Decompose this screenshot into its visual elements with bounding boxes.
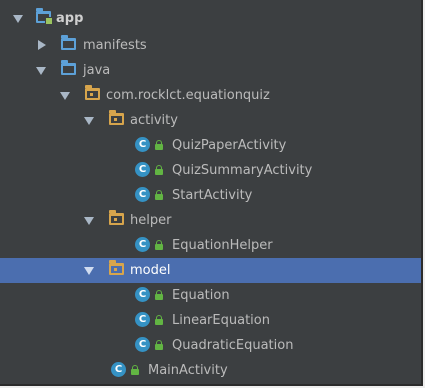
lock-icon — [155, 140, 163, 150]
node-label: EquationHelper — [172, 238, 273, 253]
package-icon — [85, 85, 100, 100]
node-label: QuizSummaryActivity — [172, 163, 313, 178]
expand-arrow-icon[interactable] — [84, 217, 94, 225]
tree-node-class[interactable]: C QuizPaperActivity — [0, 133, 421, 158]
expand-arrow-icon[interactable] — [84, 267, 94, 275]
tree-node-class[interactable]: C LinearEquation — [0, 308, 421, 333]
tree-node-app[interactable]: app — [0, 6, 421, 31]
tree-node-activity[interactable]: activity — [0, 108, 421, 133]
folder-icon — [61, 60, 76, 75]
lock-icon — [155, 340, 163, 350]
tree-node-helper[interactable]: helper — [0, 208, 421, 233]
node-label: QuizPaperActivity — [172, 138, 287, 153]
tree-node-class[interactable]: C EquationHelper — [0, 233, 421, 258]
package-icon — [109, 210, 124, 225]
node-label: java — [83, 63, 111, 78]
node-label: com.rocklct.equationquiz — [106, 88, 270, 103]
expand-arrow-icon[interactable] — [36, 67, 46, 75]
lock-icon — [155, 190, 163, 200]
class-icon: C — [135, 312, 150, 327]
tree-node-root-package[interactable]: com.rocklct.equationquiz — [0, 83, 421, 108]
class-icon: C — [135, 287, 150, 302]
tree-node-class[interactable]: C StartActivity — [0, 183, 421, 208]
lock-icon — [155, 290, 163, 300]
tree-node-manifests[interactable]: manifests — [0, 33, 421, 58]
node-label: LinearEquation — [172, 313, 270, 328]
node-label: activity — [130, 113, 178, 128]
lock-icon — [155, 240, 163, 250]
class-icon: C — [111, 362, 126, 377]
tree-node-class[interactable]: C QuadraticEquation — [0, 333, 421, 358]
tree-node-class[interactable]: C Equation — [0, 283, 421, 308]
class-icon: C — [135, 162, 150, 177]
expand-arrow-icon[interactable] — [60, 92, 70, 100]
lock-icon — [155, 165, 163, 175]
node-label: helper — [130, 213, 172, 228]
lock-icon — [131, 365, 139, 375]
folder-icon — [61, 35, 76, 50]
tree-node-main-activity[interactable]: C MainActivity — [0, 358, 421, 383]
node-label: StartActivity — [172, 188, 253, 203]
class-icon: C — [135, 187, 150, 202]
project-tree-panel: app manifests java com.rocklct.equationq… — [0, 0, 423, 386]
class-icon: C — [135, 237, 150, 252]
node-label: model — [130, 263, 171, 278]
tree-node-java[interactable]: java — [0, 58, 421, 83]
tree-node-model[interactable]: model — [0, 258, 421, 283]
node-label: QuadraticEquation — [172, 338, 294, 353]
class-icon: C — [135, 137, 150, 152]
class-icon: C — [135, 337, 150, 352]
expand-arrow-icon[interactable] — [13, 15, 23, 23]
package-icon — [109, 260, 124, 275]
module-folder-icon — [36, 8, 53, 25]
node-label: Equation — [172, 288, 230, 303]
package-icon — [109, 110, 124, 125]
tree-node-class[interactable]: C QuizSummaryActivity — [0, 158, 421, 183]
lock-icon — [155, 315, 163, 325]
node-label: manifests — [83, 38, 147, 53]
expand-arrow-icon[interactable] — [84, 117, 94, 125]
collapse-arrow-icon[interactable] — [38, 40, 46, 50]
node-label: app — [56, 11, 84, 26]
node-label: MainActivity — [148, 363, 228, 378]
